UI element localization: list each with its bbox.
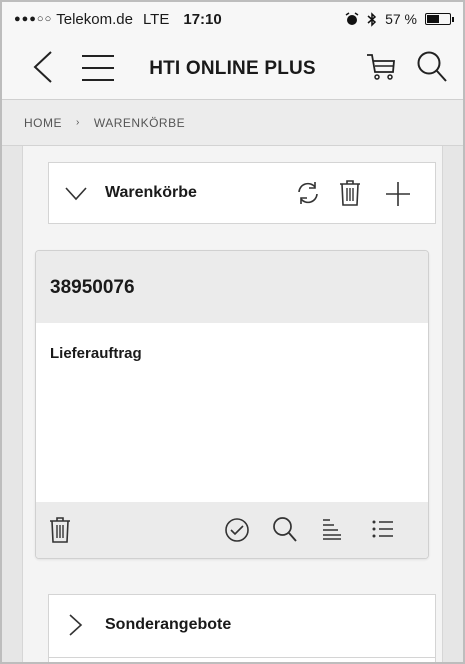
refresh-icon[interactable] bbox=[295, 180, 321, 206]
section-sonderangebote[interactable]: Sonderangebote bbox=[48, 594, 436, 658]
delete-cart-icon[interactable] bbox=[49, 516, 71, 544]
chevron-right-icon[interactable] bbox=[69, 614, 83, 636]
search-cart-icon[interactable] bbox=[272, 516, 298, 544]
clock: 17:10 bbox=[183, 10, 222, 28]
section-title-warenkoerbe: Warenkörbe bbox=[105, 184, 197, 201]
network-type: LTE bbox=[142, 10, 170, 28]
add-icon[interactable] bbox=[385, 181, 411, 207]
trash-icon[interactable] bbox=[339, 179, 361, 207]
next-section-edge bbox=[48, 657, 436, 662]
breadcrumb: HOME › WARENKÖRBE bbox=[2, 100, 463, 146]
cart-icon[interactable] bbox=[366, 52, 396, 82]
breadcrumb-separator: › bbox=[76, 117, 80, 128]
breadcrumb-current: WARENKÖRBE bbox=[93, 115, 186, 130]
sort-lines-icon[interactable] bbox=[322, 518, 342, 540]
cart-card-footer bbox=[36, 502, 428, 558]
carrier-name: Telekom.de bbox=[56, 10, 133, 28]
cart-description: Lieferauftrag bbox=[50, 345, 142, 362]
list-icon[interactable] bbox=[372, 519, 394, 539]
status-bar: ●●●○○ Telekom.de LTE 17:10 57 % bbox=[2, 2, 463, 36]
checkmark-circle-icon[interactable] bbox=[224, 517, 250, 543]
bluetooth-icon bbox=[367, 11, 377, 27]
app-frame: ●●●○○ Telekom.de LTE 17:10 57 % HTI ONLI… bbox=[0, 0, 465, 664]
signal-strength: ●●●○○ bbox=[14, 13, 53, 25]
cart-card[interactable]: 38950076 Lieferauftrag bbox=[35, 250, 429, 559]
alarm-icon bbox=[345, 12, 359, 26]
section-warenkoerbe[interactable]: Warenkörbe bbox=[48, 162, 436, 224]
navigation-bar: HTI ONLINE PLUS bbox=[2, 36, 463, 100]
search-icon[interactable] bbox=[416, 50, 448, 84]
battery-percent: 57 % bbox=[385, 11, 417, 27]
cart-number: 38950076 bbox=[50, 277, 135, 298]
breadcrumb-home[interactable]: HOME bbox=[24, 116, 62, 130]
battery-icon bbox=[425, 13, 454, 25]
chevron-down-icon[interactable] bbox=[65, 187, 87, 201]
section-title-sonderangebote: Sonderangebote bbox=[105, 616, 232, 633]
